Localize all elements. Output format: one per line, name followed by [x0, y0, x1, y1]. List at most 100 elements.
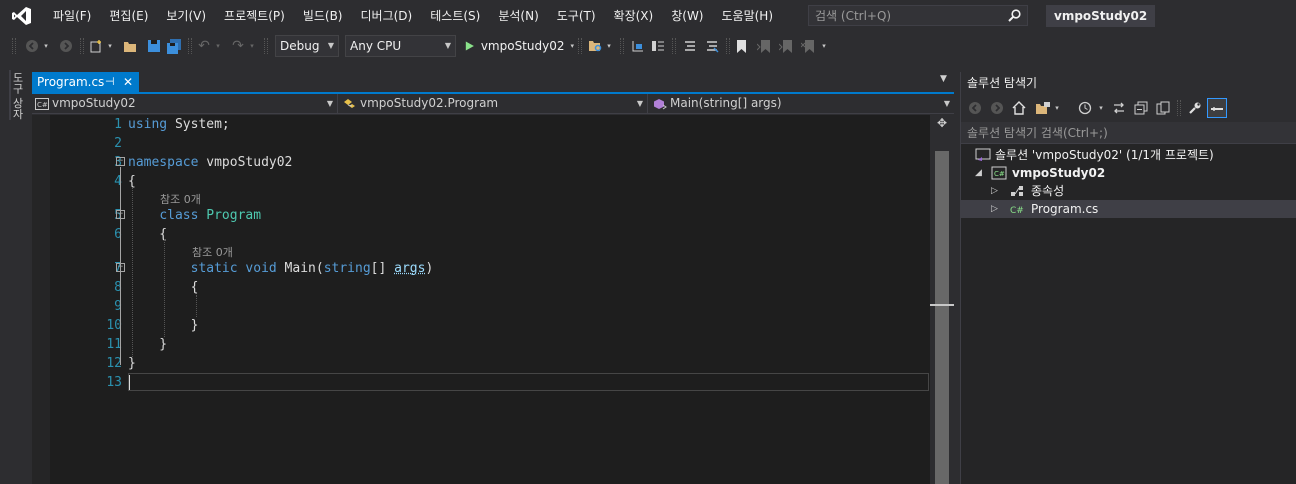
menu-project[interactable]: 프로젝트(P) — [215, 0, 294, 32]
code-line[interactable]: static void Main(string[] args) — [128, 261, 433, 276]
member-navigation-dropdown[interactable]: Main(string[] args) ▼ — [650, 94, 954, 113]
menu-analyze[interactable]: 분석(N) — [489, 0, 547, 32]
home-icon[interactable] — [1011, 100, 1027, 116]
find-in-files-icon[interactable] — [586, 38, 604, 54]
start-debugging-button[interactable]: vmpoStudy02 ▾ — [464, 38, 574, 54]
code-line[interactable]: } — [128, 356, 136, 371]
toolbar-separator — [620, 38, 624, 54]
split-window-icon[interactable]: ✥ — [936, 116, 948, 130]
tab-overflow-icon[interactable]: ▼ — [940, 74, 947, 84]
collapse-all-icon[interactable] — [1133, 100, 1149, 116]
collapse-method-icon[interactable]: − — [116, 263, 125, 272]
menu-test[interactable]: 테스트(S) — [421, 0, 489, 32]
solution-explorer-toolbar: ▾ ▾ — [961, 94, 1296, 122]
type-navigation-dropdown[interactable]: vmpoStudy02.Program ▼ — [340, 94, 648, 113]
tree-item-project[interactable]: ◢ C# vmpoStudy02 — [961, 164, 1296, 182]
project-navigation-dropdown[interactable]: C# vmpoStudy02 ▼ — [32, 94, 338, 113]
file-label: Program.cs — [1031, 200, 1098, 218]
tree-item-solution[interactable]: 솔루션 'vmpoStudy02' (1/1개 프로젝트) — [961, 146, 1296, 164]
new-project-icon[interactable] — [88, 38, 104, 54]
tab-title: Program.cs — [37, 75, 104, 89]
class-reference-count-hint[interactable]: 참조 0개 — [160, 191, 201, 207]
expanded-triangle-icon[interactable]: ◢ — [975, 164, 982, 182]
menu-extensions[interactable]: 확장(X) — [605, 0, 663, 32]
line-number: 10 — [66, 318, 122, 333]
method-reference-count-hint[interactable]: 참조 0개 — [192, 244, 233, 260]
preview-selected-items-icon[interactable] — [1207, 98, 1227, 118]
previous-bookmark-icon[interactable] — [756, 38, 772, 54]
menu-edit[interactable]: 편집(E) — [100, 0, 157, 32]
chevron-down-icon[interactable]: ▾ — [106, 38, 114, 54]
visual-studio-logo-icon[interactable] — [0, 0, 44, 32]
menu-build[interactable]: 빌드(B) — [294, 0, 352, 32]
chevron-down-icon[interactable]: ▾ — [1053, 100, 1061, 116]
save-icon[interactable] — [146, 38, 162, 54]
collapse-namespace-icon[interactable]: − — [116, 157, 125, 166]
toolbar-grip[interactable] — [12, 38, 16, 54]
toolbar-overflow-icon[interactable]: ▾ — [820, 38, 828, 54]
toolbox-tab[interactable]: 도구 상자 — [9, 70, 25, 120]
scrollbar-thumb[interactable] — [935, 151, 949, 484]
line-number: 12 — [66, 356, 122, 371]
dependencies-label: 종속성 — [1031, 182, 1064, 200]
editor-vertical-scrollbar[interactable]: ✥ — [930, 115, 954, 484]
code-line[interactable]: using System; — [128, 117, 230, 132]
tree-item-program-cs[interactable]: ▷ C# Program.cs — [961, 200, 1296, 218]
indicator-margin[interactable] — [32, 115, 50, 484]
properties-wrench-icon[interactable] — [1187, 100, 1203, 116]
pending-changes-filter-icon[interactable] — [1077, 100, 1093, 116]
chevron-down-icon[interactable]: ▾ — [605, 38, 613, 54]
next-bookmark-icon[interactable] — [778, 38, 794, 54]
tab-program-cs[interactable]: Program.cs ⊣ ✕ — [32, 72, 139, 92]
menu-file[interactable]: 파일(F) — [44, 0, 100, 32]
forward-icon[interactable] — [989, 100, 1005, 116]
code-editor[interactable]: 1 2 3 4 5 6 7 8 9 10 11 12 13 using System; namespace… — [32, 115, 930, 484]
step-over-icon[interactable] — [650, 38, 666, 54]
menu-tools[interactable]: 도구(T) — [548, 0, 605, 32]
quick-launch-search-input[interactable]: 검색 (Ctrl+Q) — [808, 5, 1028, 26]
open-folder-icon[interactable] — [122, 38, 138, 54]
line-number: 2 — [66, 136, 122, 151]
nav-member-label: Main(string[] args) — [670, 96, 782, 110]
line-number: 13 — [66, 375, 122, 390]
chevron-down-icon: ▼ — [445, 36, 451, 56]
switch-views-icon[interactable] — [1033, 100, 1053, 116]
solution-explorer-search-input[interactable]: 솔루션 탐색기 검색(Ctrl+;) — [961, 122, 1296, 144]
close-icon[interactable]: ✕ — [123, 72, 133, 92]
collapse-class-icon[interactable]: − — [116, 210, 125, 219]
sync-with-active-document-icon[interactable] — [1111, 100, 1127, 116]
uncomment-lines-icon[interactable] — [704, 38, 720, 54]
show-all-files-icon[interactable] — [1155, 100, 1171, 116]
code-line[interactable]: { — [128, 227, 167, 242]
chevron-down-icon[interactable]: ▾ — [42, 38, 50, 54]
save-all-icon[interactable] — [166, 38, 182, 54]
redo-icon[interactable]: ↷ — [230, 38, 246, 54]
menu-view[interactable]: 보기(V) — [157, 0, 215, 32]
menu-debug[interactable]: 디버그(D) — [352, 0, 422, 32]
clear-bookmarks-icon[interactable] — [800, 38, 816, 54]
chevron-down-icon[interactable]: ▾ — [1097, 100, 1105, 116]
code-line[interactable]: namespace vmpoStudy02 — [128, 155, 292, 170]
step-into-icon[interactable] — [630, 38, 646, 54]
code-line[interactable]: } — [128, 337, 167, 352]
tree-item-dependencies[interactable]: ▷ 종속성 — [961, 182, 1296, 200]
menu-window[interactable]: 창(W) — [662, 0, 712, 32]
bookmark-icon[interactable] — [734, 38, 748, 54]
code-token: { — [128, 227, 167, 242]
chevron-down-icon[interactable]: ▾ — [214, 38, 222, 54]
code-line[interactable]: class Program — [128, 208, 261, 223]
menu-help[interactable]: 도움말(H) — [713, 0, 783, 32]
undo-icon[interactable]: ↶ — [196, 38, 212, 54]
comment-lines-icon[interactable] — [682, 38, 698, 54]
back-icon[interactable] — [967, 100, 983, 116]
toolbar-separator — [188, 38, 192, 54]
navigate-back-icon[interactable] — [24, 38, 40, 54]
chevron-down-icon[interactable]: ▾ — [248, 38, 256, 54]
pin-icon[interactable]: ⊣ — [105, 72, 115, 92]
navigate-forward-icon[interactable] — [58, 38, 74, 54]
collapsed-triangle-icon[interactable]: ▷ — [991, 182, 998, 200]
solution-configuration-select[interactable]: Debug ▼ — [275, 35, 339, 57]
collapsed-triangle-icon[interactable]: ▷ — [991, 200, 998, 218]
solution-platform-select[interactable]: Any CPU ▼ — [345, 35, 456, 57]
solution-explorer-title[interactable]: 솔루션 탐색기 — [961, 72, 1296, 94]
